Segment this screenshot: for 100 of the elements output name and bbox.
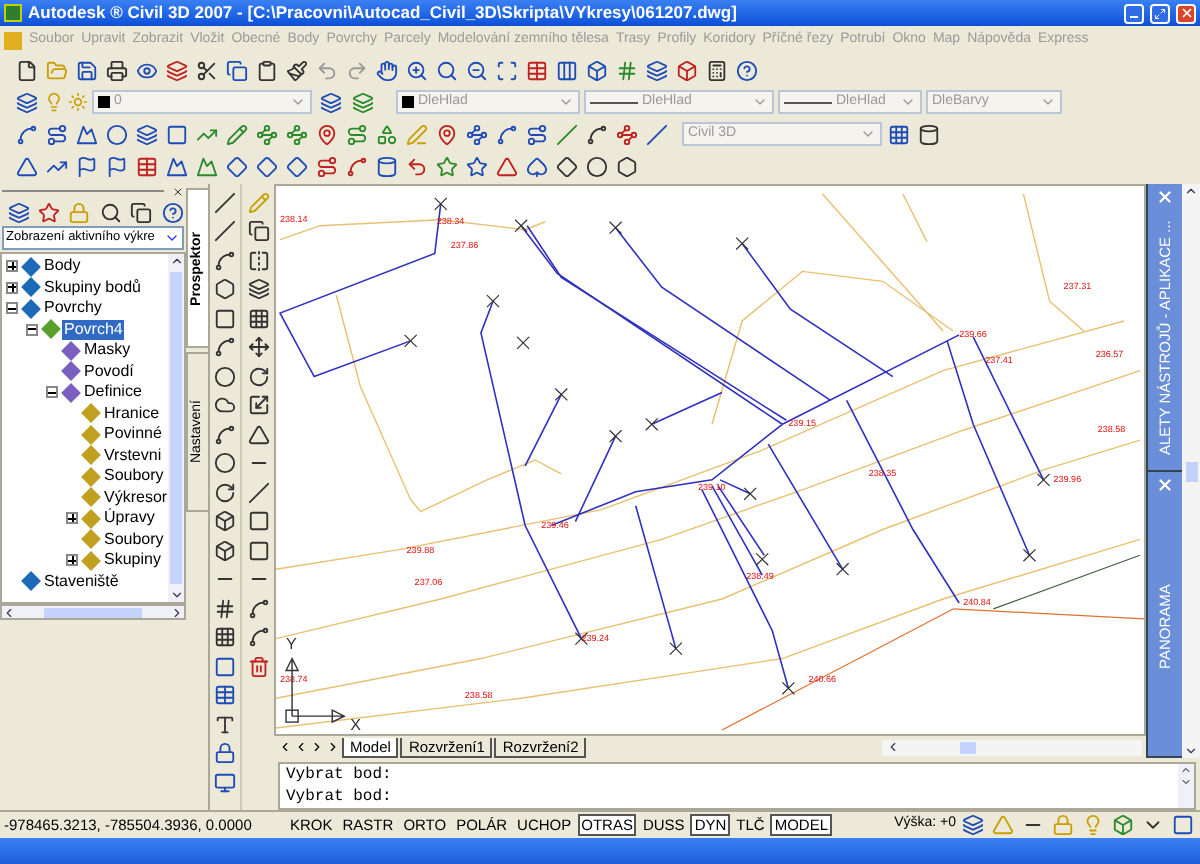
help-icon[interactable] — [158, 198, 186, 226]
close-button[interactable] — [1176, 3, 1196, 23]
polygon-icon[interactable] — [211, 275, 239, 303]
expander[interactable] — [6, 281, 18, 294]
tree-item[interactable]: Povinné — [102, 424, 164, 445]
star-icon[interactable] — [432, 152, 460, 180]
curve-icon[interactable] — [582, 120, 610, 148]
block-icon[interactable] — [211, 507, 239, 535]
tree-item[interactable]: Vrstevni — [102, 445, 164, 466]
curve-icon[interactable] — [492, 120, 520, 148]
chamfer-icon[interactable] — [244, 594, 272, 622]
tree-item[interactable]: Masky — [82, 340, 133, 361]
close-icon[interactable] — [172, 185, 184, 197]
waypoints-icon[interactable] — [462, 120, 490, 148]
horizontal-scrollbar[interactable] — [882, 739, 1142, 755]
copy-icon[interactable] — [244, 217, 272, 245]
restore-button[interactable] — [1150, 3, 1170, 23]
tree-item[interactable]: Výkresor — [102, 487, 168, 508]
diamond-icon[interactable] — [222, 152, 250, 180]
pipe-icon[interactable] — [372, 152, 400, 180]
circle-icon[interactable] — [102, 120, 130, 148]
spade-icon[interactable] — [522, 152, 550, 180]
tree-item[interactable]: Soubory — [102, 529, 166, 550]
square-icon[interactable] — [1168, 811, 1196, 839]
pan-icon[interactable] — [372, 56, 400, 84]
layers-icon[interactable] — [348, 88, 376, 116]
square-icon[interactable] — [162, 120, 190, 148]
minimize-button[interactable] — [1124, 3, 1144, 23]
tree-item[interactable]: Body — [42, 256, 83, 277]
box-icon[interactable] — [1108, 811, 1136, 839]
scroll-thumb[interactable] — [960, 741, 976, 753]
diamond-icon[interactable] — [252, 152, 280, 180]
spline-icon[interactable] — [211, 420, 239, 448]
copy-icon[interactable] — [222, 56, 250, 84]
expander[interactable] — [6, 302, 18, 315]
box-icon[interactable] — [582, 56, 610, 84]
help-icon[interactable] — [732, 56, 760, 84]
expander[interactable] — [66, 554, 78, 567]
table-icon[interactable] — [522, 56, 550, 84]
layers-icon[interactable] — [958, 811, 986, 839]
layers-icon[interactable] — [132, 120, 160, 148]
last-tab-icon[interactable] — [326, 740, 340, 754]
table-icon[interactable] — [132, 152, 160, 180]
diamond-icon[interactable] — [282, 152, 310, 180]
circle-icon[interactable] — [211, 362, 239, 390]
vertical-scrollbar[interactable] — [168, 254, 184, 602]
waypoints-icon[interactable] — [612, 120, 640, 148]
route-icon[interactable] — [522, 120, 550, 148]
line-icon[interactable] — [211, 188, 239, 216]
scroll-thumb[interactable] — [170, 272, 182, 584]
layers-icon[interactable] — [642, 56, 670, 84]
tree-item[interactable]: Povrch4 — [62, 319, 125, 340]
route-icon[interactable] — [342, 120, 370, 148]
brush-icon[interactable] — [282, 56, 310, 84]
polyline-icon[interactable] — [211, 246, 239, 274]
tree-item[interactable]: Povodí — [82, 361, 136, 382]
pencil-icon[interactable] — [222, 120, 250, 148]
tree-item[interactable]: Hranice — [102, 403, 162, 424]
cylinder-icon[interactable] — [914, 120, 942, 148]
route-icon[interactable] — [42, 120, 70, 148]
monitor-icon[interactable] — [211, 768, 239, 796]
scroll-thumb[interactable] — [44, 607, 142, 617]
previous-tab-icon[interactable] — [294, 740, 308, 754]
star-icon[interactable] — [34, 198, 62, 226]
scissors-icon[interactable] — [192, 56, 220, 84]
lock-icon[interactable] — [211, 739, 239, 767]
circle-icon[interactable] — [582, 152, 610, 180]
next-tab-icon[interactable] — [310, 740, 324, 754]
zoom-out-icon[interactable] — [462, 56, 490, 84]
triangle-icon[interactable] — [492, 152, 520, 180]
scroll-thumb[interactable] — [1185, 461, 1197, 481]
copy-icon[interactable] — [126, 198, 154, 226]
line-icon[interactable] — [211, 217, 239, 245]
extend-icon[interactable] — [244, 478, 272, 506]
layers-icon[interactable] — [316, 88, 344, 116]
expander[interactable] — [46, 386, 58, 399]
surface-icon[interactable] — [192, 152, 220, 180]
expander[interactable] — [6, 260, 18, 273]
surface-icon[interactable] — [162, 152, 190, 180]
tree-item[interactable]: Soubory — [102, 466, 166, 487]
first-tab-icon[interactable] — [278, 740, 292, 754]
zoom-window-icon[interactable] — [492, 56, 520, 84]
hexagon-icon[interactable] — [612, 152, 640, 180]
line-icon[interactable] — [642, 120, 670, 148]
printer-icon[interactable] — [102, 56, 130, 84]
curve-icon[interactable] — [342, 152, 370, 180]
block-icon[interactable] — [672, 56, 700, 84]
expander[interactable] — [66, 512, 78, 525]
surface-icon[interactable] — [72, 120, 100, 148]
expander[interactable] — [26, 323, 38, 336]
move-icon[interactable] — [244, 333, 272, 361]
table-icon[interactable] — [211, 681, 239, 709]
rotate-icon[interactable] — [244, 362, 272, 390]
route-icon[interactable] — [312, 152, 340, 180]
diamond-icon[interactable] — [552, 152, 580, 180]
block-icon[interactable] — [211, 536, 239, 564]
layers-icon[interactable] — [4, 198, 32, 226]
grid-icon[interactable] — [884, 120, 912, 148]
layers-icon[interactable] — [162, 56, 190, 84]
waypoints-icon[interactable] — [282, 120, 310, 148]
